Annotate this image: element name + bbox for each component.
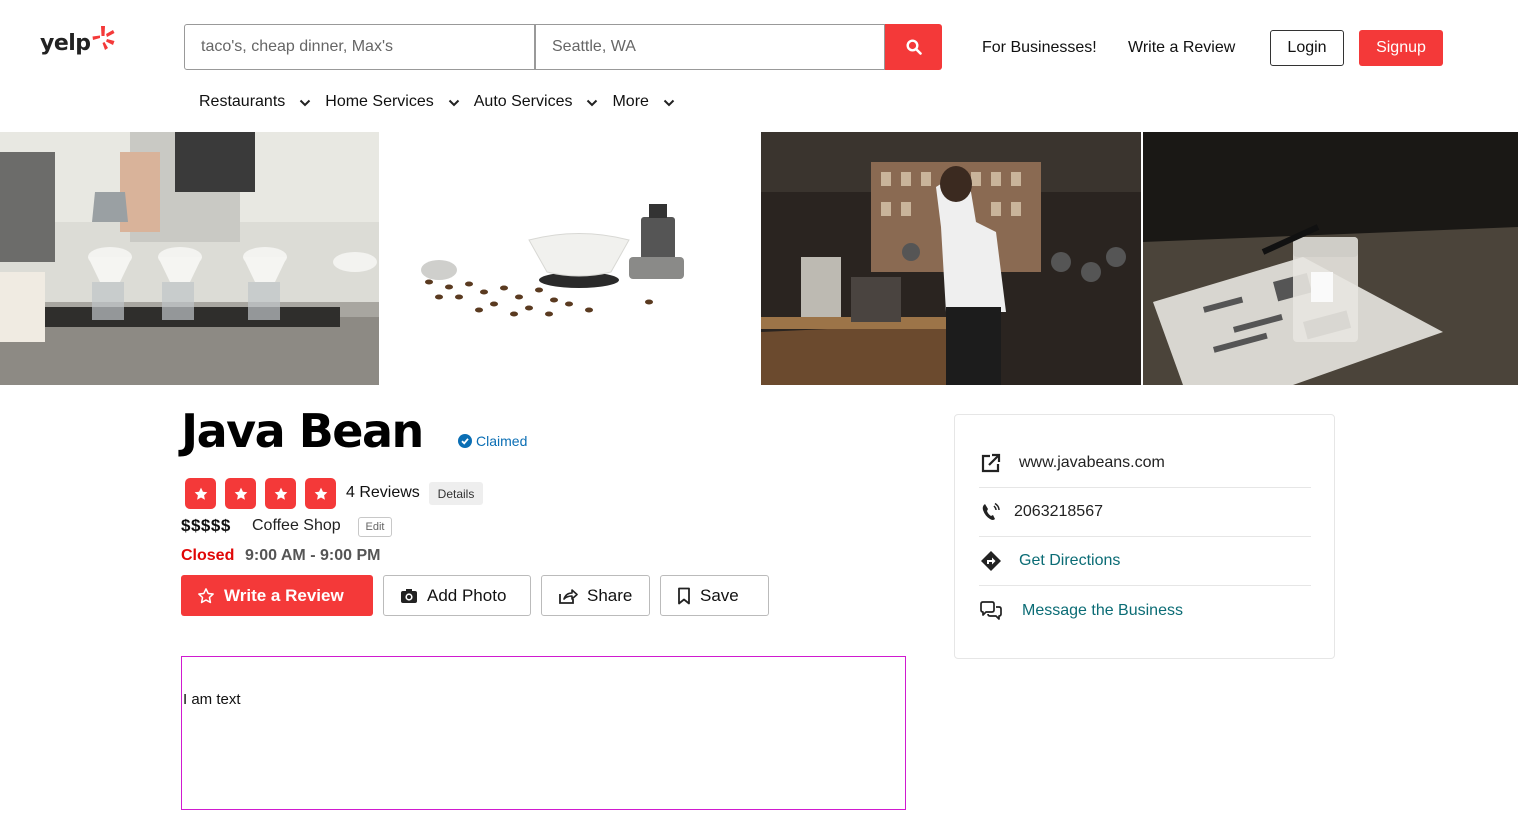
nav-item-auto-services[interactable]: Auto Services	[474, 91, 613, 113]
phone-row: 2063218567	[979, 488, 1311, 537]
category-nav: Restaurants Home Services Auto Services …	[199, 91, 689, 113]
chat-bubbles-icon	[979, 600, 1003, 621]
text-box-content: I am text	[183, 691, 241, 708]
header-write-review-link[interactable]: Write a Review	[1128, 39, 1235, 57]
signup-button[interactable]: Signup	[1359, 30, 1443, 66]
search-input[interactable]	[184, 24, 535, 70]
nav-item-home-services[interactable]: Home Services	[325, 91, 473, 113]
nav-item-label: Home Services	[325, 93, 434, 110]
add-photo-label: Add Photo	[427, 585, 507, 605]
yelp-burst-icon	[92, 26, 115, 50]
for-businesses-link[interactable]: For Businesses!	[982, 39, 1097, 57]
phone-number: 2063218567	[1014, 503, 1103, 520]
search-button[interactable]	[885, 24, 942, 70]
message-business-link[interactable]: Message the Business	[1022, 602, 1183, 620]
photo-coffee-beans-grinder[interactable]	[378, 132, 761, 385]
nav-item-label: Auto Services	[473, 93, 573, 110]
search-bar	[184, 24, 942, 70]
photo-barista-pour-over[interactable]	[0, 132, 379, 385]
photo-barista-cafe[interactable]	[761, 132, 1141, 385]
business-category[interactable]: Coffee Shop	[252, 517, 341, 535]
business-contact-card: www.javabeans.com 2063218567 Get Directi…	[954, 414, 1335, 659]
open-status: Closed	[181, 547, 235, 564]
location-input[interactable]	[535, 24, 885, 70]
nav-item-label: Restaurants	[199, 93, 286, 110]
save-button[interactable]: Save	[660, 575, 769, 616]
phone-icon	[979, 502, 1003, 522]
edit-category-button[interactable]: Edit	[358, 517, 392, 537]
logo-wordmark: yelp	[40, 30, 91, 56]
star-rating	[185, 478, 345, 509]
directions-icon	[979, 550, 1003, 572]
business-name: Java Bean	[181, 404, 424, 458]
rating-star-icon	[305, 478, 336, 509]
rating-star-icon	[225, 478, 256, 509]
chevron-down-icon	[663, 99, 675, 106]
chevron-down-icon	[587, 99, 598, 106]
photo-drink-newspaper[interactable]	[1142, 132, 1518, 385]
add-photo-button[interactable]: Add Photo	[383, 575, 531, 616]
website-url[interactable]: www.javabeans.com	[1019, 454, 1165, 472]
get-directions-link[interactable]: Get Directions	[1019, 552, 1120, 570]
rating-star-icon	[185, 478, 216, 509]
share-label: Share	[587, 585, 633, 605]
camera-icon	[400, 588, 418, 604]
directions-row[interactable]: Get Directions	[979, 537, 1311, 586]
claimed-label: Claimed	[476, 433, 528, 449]
nav-item-more[interactable]: More	[612, 91, 688, 113]
business-hours: 9:00 AM - 9:00 PM	[245, 547, 381, 564]
star-outline-icon	[197, 587, 215, 605]
yelp-logo[interactable]: yelp	[40, 22, 120, 64]
login-button[interactable]: Login	[1270, 30, 1344, 66]
chevron-down-icon	[448, 99, 459, 106]
write-review-label: Write a Review	[224, 585, 344, 605]
reviews-count[interactable]: 4 Reviews	[346, 484, 420, 502]
nav-item-restaurants[interactable]: Restaurants	[199, 91, 325, 113]
photo-gallery	[0, 132, 1518, 385]
website-row[interactable]: www.javabeans.com	[979, 439, 1311, 488]
search-icon	[905, 39, 922, 55]
details-button[interactable]: Details	[429, 482, 483, 505]
rating-star-icon	[265, 478, 296, 509]
check-circle-icon	[458, 434, 472, 448]
save-label: Save	[700, 585, 739, 605]
claimed-badge[interactable]: Claimed	[458, 433, 527, 449]
price-range: $$$$$	[181, 516, 231, 535]
bookmark-icon	[677, 587, 691, 605]
chevron-down-icon	[300, 99, 311, 106]
external-link-icon	[979, 453, 1003, 473]
share-button[interactable]: Share	[541, 575, 650, 616]
text-box: I am text	[181, 656, 906, 810]
share-icon	[558, 587, 578, 605]
write-review-button[interactable]: Write a Review	[181, 575, 373, 616]
message-row[interactable]: Message the Business	[979, 586, 1311, 635]
nav-item-label: More	[612, 93, 649, 110]
